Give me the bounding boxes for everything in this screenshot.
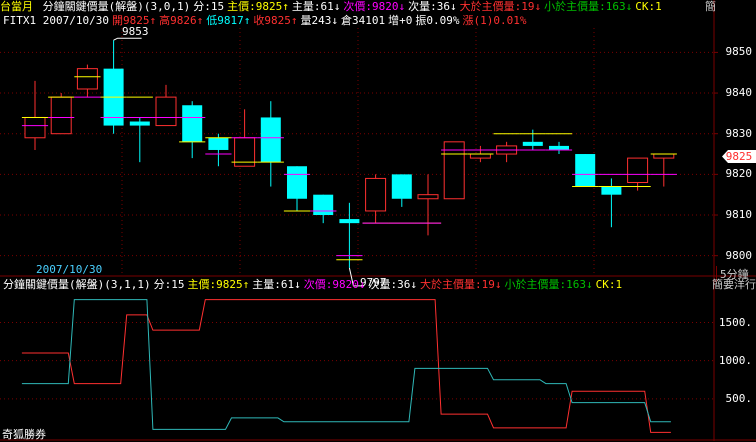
candle-body-down — [313, 194, 334, 216]
header-segment-6: 大於主價量:19↓ — [459, 0, 542, 13]
indicator-tick-label: 1500. — [718, 315, 752, 329]
indicator-segment-2: 主價:9825↑ — [187, 278, 250, 291]
header-segment-3: 主量:61↓ — [291, 0, 341, 13]
candle-body-up — [155, 96, 177, 127]
candle-body-down — [287, 166, 307, 199]
header-segment-4: 次價:9820↓ — [343, 0, 406, 13]
candle-body-down — [339, 219, 360, 224]
price-tick-label: 9820 — [725, 167, 753, 181]
price-tick-label: 9800 — [725, 248, 753, 262]
indicator-series-0 — [21, 299, 671, 433]
indicator-segment-5: 次量:36↓ — [368, 278, 417, 291]
candle-body-up — [76, 68, 98, 90]
quote-segment-6: 倉34101 — [340, 14, 386, 27]
candle-body-down — [129, 121, 150, 126]
indicator-segment-7: 小於主價量:163↓ — [504, 278, 593, 291]
header-right-label[interactable]: 簡 — [705, 0, 716, 14]
quote-segment-8: 振0.09% — [415, 14, 460, 27]
chart-canvas[interactable] — [0, 0, 756, 441]
header-segment-2: 主價:9825↑ — [227, 0, 289, 13]
candle-body-down — [522, 141, 543, 146]
indicator-segment-3: 主量:61↓ — [252, 278, 301, 291]
price-tick-label: 9810 — [725, 208, 753, 222]
header-segment-0: 分鐘關鍵價量(解盤)(3,0,1) — [42, 0, 191, 13]
candle-body-down — [182, 105, 203, 142]
current-price-tag: 9825 — [722, 150, 756, 163]
candle-body-up — [627, 157, 649, 183]
indicator-segment-1: 分:15 — [153, 278, 185, 291]
price-tick-label: 9840 — [725, 86, 753, 100]
candle-body-up — [417, 194, 439, 200]
quote-segment-2: 高9826↑ — [159, 14, 204, 27]
candle-body-down — [260, 117, 281, 163]
quote-segment-4: 收9825↑ — [253, 14, 298, 27]
quote-segment-0: FITX1 2007/10/30 — [3, 14, 109, 27]
candle-body-up — [469, 153, 491, 159]
candle-body-up — [653, 153, 675, 159]
candle-body-down — [208, 137, 229, 150]
header-bar: 台當月 分鐘關鍵價量(解盤)(3,0,1) 分:15 主價:9825↑ 主量:61↓ 次… — [0, 0, 662, 14]
indicator-segment-6: 大於主價量:19↓ — [419, 278, 502, 291]
candle-body-up — [365, 177, 387, 212]
candle-body-down — [601, 186, 622, 195]
candle-body-down — [391, 174, 412, 199]
candle-body-up — [24, 116, 46, 139]
quote-segment-5: 量243↓ — [300, 14, 338, 27]
indicator-layer — [0, 299, 714, 433]
indicator-tick-label: 500. — [725, 391, 753, 405]
indicator-segment-0: 分鐘關鍵價量(解盤)(3,1,1) — [3, 278, 151, 291]
high-pointer — [113, 37, 142, 41]
indicator-tick-label: 1000. — [718, 353, 752, 367]
symbol-label[interactable]: 台當月 — [0, 0, 33, 14]
current-price-value: 9825 — [725, 150, 753, 163]
footer-brand: 奇狐勝券 — [2, 428, 46, 441]
quote-segment-3: 低9817↑ — [206, 14, 251, 27]
quote-segment-9: 漲(1)0.01% — [462, 14, 527, 27]
indicator-series-1 — [21, 299, 671, 430]
header-segment-8: CK:1 — [635, 0, 662, 13]
price-tick-label: 9830 — [725, 126, 753, 140]
header-segment-5: 次量:36↓ — [408, 0, 457, 13]
indicator-segment-4: 次價:9820↓ — [303, 278, 366, 291]
indicator-segment-8: CK:1 — [595, 278, 623, 291]
high-label: 9853 — [122, 25, 149, 38]
quote-bar: FITX1 2007/10/30 開9825↑ 高9826↑ 低9817↑ 收9825↑… — [0, 14, 526, 28]
quote-segment-7: 增+0 — [388, 14, 413, 27]
date-label: 2007/10/30 — [36, 263, 103, 276]
candle-layer — [24, 40, 675, 268]
header-segment-1: 分:15 — [193, 0, 225, 13]
indicator-right-label[interactable]: 簡要洋行 — [712, 278, 756, 292]
candle-body-up — [50, 96, 72, 135]
candle-body-down — [549, 145, 569, 150]
candle-body-down — [575, 154, 596, 187]
price-tick-label: 9850 — [725, 45, 753, 59]
indicator-header: 分鐘關鍵價量(解盤)(3,1,1) 分:15 主價:9825↑ 主量:61↓ 次價:98… — [0, 278, 622, 292]
header-segment-7: 小於主價量:163↓ — [544, 0, 633, 13]
